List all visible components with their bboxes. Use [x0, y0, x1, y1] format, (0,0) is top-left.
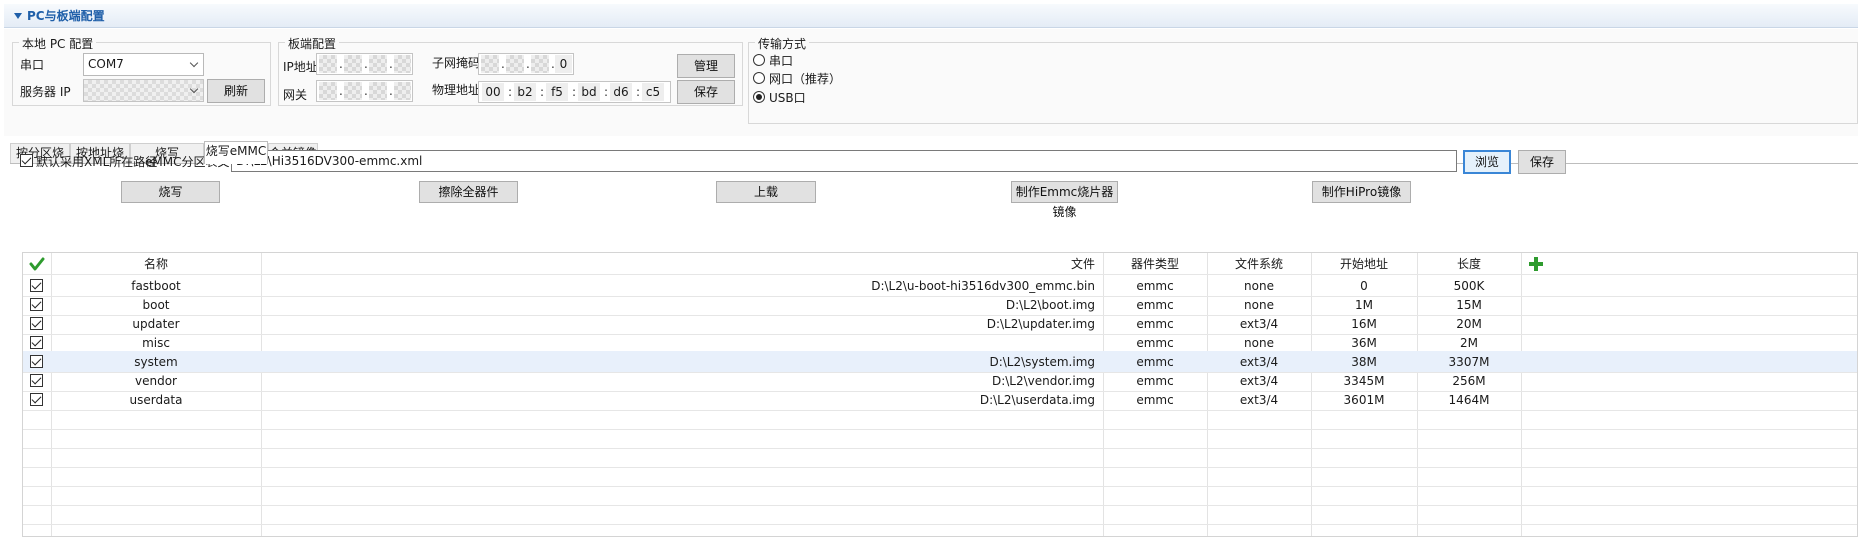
mac-colon: : [508, 85, 513, 99]
triangle-down-icon [14, 13, 22, 19]
gateway-field[interactable]: . . . [316, 80, 413, 102]
subnet-octet [481, 55, 499, 73]
pc-config-title: 本地 PC 配置 [19, 35, 97, 52]
subnet-dot: . [501, 57, 505, 71]
subnet-octet [506, 55, 524, 73]
mac-colon: : [636, 85, 641, 99]
ip-dot: . [364, 57, 368, 71]
mac-address-field[interactable]: 00 : b2 : f5 : bd : d6 : c5 [478, 81, 671, 103]
browse-button[interactable]: 浏览 [1463, 150, 1511, 174]
subnet-mask-label: 子网掩码 [432, 56, 481, 70]
gateway-octet [344, 82, 362, 100]
mac-address-label: 物理地址 [432, 83, 481, 97]
section-title: PC与板端配置 [27, 9, 105, 23]
header-filesystem: 文件系统 [1234, 257, 1283, 271]
ip-address-label: IP地址 [283, 60, 318, 74]
serial-port-select[interactable]: COM7 [83, 53, 204, 76]
manage-button[interactable]: 管理 [677, 54, 735, 78]
ip-octet [369, 55, 387, 73]
header-file: 文件 [1070, 257, 1095, 271]
table-header: 名称 文件 器件类型 文件系统 开始地址 长度 [23, 253, 1857, 275]
use-xml-path-checkbox[interactable] [20, 154, 33, 167]
header-device-type: 器件类型 [1130, 257, 1179, 271]
mac-colon: : [604, 85, 609, 99]
chevron-down-icon [189, 84, 199, 94]
use-xml-path-label[interactable]: 默认采用XML所在路径 [36, 153, 157, 170]
gateway-label: 网关 [283, 88, 308, 102]
ip-address-field[interactable]: . . . [316, 53, 413, 75]
radio-usb[interactable] [753, 91, 765, 103]
row-checkbox[interactable] [30, 355, 43, 368]
green-checkmark-icon[interactable] [29, 256, 45, 272]
server-ip-select[interactable] [83, 79, 204, 102]
upload-button[interactable]: 上载 [716, 181, 816, 203]
ip-dot: . [389, 57, 393, 71]
ip-dot: . [339, 57, 343, 71]
row-checkbox[interactable] [30, 374, 43, 387]
config-area: 本地 PC 配置 串口 COM7 服务器 IP 刷新 板端配置 IP地址 . .… [4, 29, 1858, 136]
header-name: 名称 [143, 257, 168, 271]
row-checkbox[interactable] [30, 336, 43, 349]
radio-usb-label[interactable]: USB口 [769, 89, 806, 106]
green-plus-icon[interactable] [1528, 256, 1544, 272]
gateway-octet [394, 82, 411, 100]
radio-network-label[interactable]: 网口（推荐） [769, 70, 841, 87]
mac-octet: bd [578, 83, 600, 101]
subnet-mask-field[interactable]: . . . 0 [478, 53, 574, 75]
mac-octet: b2 [514, 83, 536, 101]
gateway-dot: . [339, 84, 343, 98]
add-row-header[interactable] [1521, 253, 1551, 275]
ip-octet [394, 55, 411, 73]
gateway-dot: . [389, 84, 393, 98]
subnet-octet-last: 0 [555, 55, 572, 73]
mac-octet: 00 [482, 83, 504, 101]
gateway-octet [319, 82, 337, 100]
transfer-mode-title: 传输方式 [755, 35, 810, 52]
board-save-button[interactable]: 保存 [677, 80, 735, 104]
header-length: 长度 [1456, 257, 1481, 271]
radio-serial[interactable] [753, 54, 765, 66]
mac-octet: f5 [546, 83, 568, 101]
refresh-button[interactable]: 刷新 [207, 79, 265, 103]
row-checkbox[interactable] [30, 279, 43, 292]
burn-button[interactable]: 烧写 [121, 181, 220, 203]
gateway-dot: . [364, 84, 368, 98]
chevron-down-icon [189, 58, 199, 68]
make-emmc-image-button[interactable]: 制作Emmc烧片器镜像 [1011, 181, 1118, 219]
mac-octet: d6 [610, 83, 632, 101]
make-hipro-image-button[interactable]: 制作HiPro镜像 [1312, 181, 1411, 203]
section-header[interactable]: PC与板端配置 [4, 4, 1858, 28]
header-start-address: 开始地址 [1339, 257, 1388, 271]
ip-octet [319, 55, 337, 73]
emmc-save-button[interactable]: 保存 [1518, 150, 1566, 174]
tab-burn-emmc[interactable]: 烧写eMMC [204, 141, 268, 164]
mac-colon: : [572, 85, 577, 99]
erase-all-button[interactable]: 擦除全器件 [419, 181, 518, 203]
partition-file-input[interactable]: D:\L2\Hi3516DV300-emmc.xml [231, 150, 1457, 172]
check-all-header[interactable] [23, 253, 51, 275]
row-checkbox[interactable] [30, 298, 43, 311]
empty-row [23, 503, 1857, 525]
ip-octet [344, 55, 362, 73]
serial-port-label: 串口 [20, 58, 45, 72]
radio-network[interactable] [753, 72, 765, 84]
serial-port-value: COM7 [88, 57, 124, 71]
radio-serial-label[interactable]: 串口 [769, 52, 793, 69]
gateway-octet [369, 82, 387, 100]
server-ip-label: 服务器 IP [20, 85, 71, 99]
mac-octet: c5 [642, 83, 664, 101]
mac-colon: : [540, 85, 545, 99]
subnet-octet [531, 55, 549, 73]
subnet-dot: . [526, 57, 530, 71]
partition-table: 名称 文件 器件类型 文件系统 开始地址 长度 fastboot D:\L2\u… [22, 252, 1858, 537]
transfer-mode-group: 传输方式 [748, 35, 1858, 124]
row-checkbox[interactable] [30, 317, 43, 330]
board-config-title: 板端配置 [285, 35, 340, 52]
row-checkbox[interactable] [30, 393, 43, 406]
